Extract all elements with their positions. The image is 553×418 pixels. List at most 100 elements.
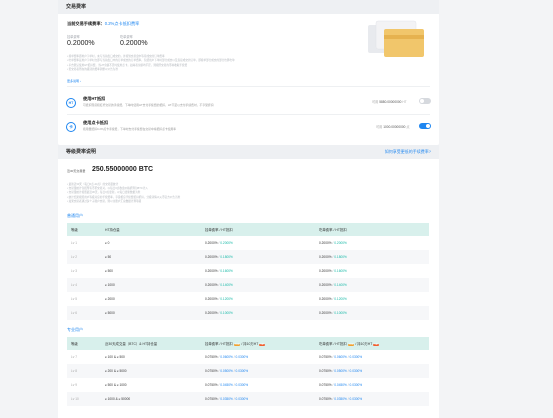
fee-cell: 0.2000% / 0.1400% xyxy=(315,278,429,292)
level-cell: Lv 10 xyxy=(67,392,101,406)
column-header: 等级 xyxy=(67,223,101,236)
rate-value: 0.0750% xyxy=(205,355,218,359)
divider xyxy=(67,114,430,115)
ht-balance: 可用 5880.00000000 HT xyxy=(372,99,407,104)
ht-holding-cell: ≥ 2000 xyxy=(105,297,115,301)
rate-value: 0.0600% xyxy=(220,355,233,359)
rate-value: 0.2000% xyxy=(319,241,332,245)
normal-user-table: 等级 HT持仓量 挂单费率 / HT抵扣 吃单费率 / HT抵扣 Lv 1 ≥ 0… xyxy=(67,223,429,320)
rate-value: 0.0750% xyxy=(319,355,332,359)
rate-value: 0.1600% xyxy=(334,269,347,273)
rate-value: 0.0450% xyxy=(220,383,233,387)
column-header-label: / 持10万HT xyxy=(241,342,259,346)
table-row: Lv 8 ≥ 200 & ≥ 5000 0.0750% / 0.0500% / 0.… xyxy=(67,364,429,378)
fee-cell: 0.0750% / 0.0350% / 0.0300% xyxy=(201,392,315,406)
trade-volume-label: 近30天交易量 xyxy=(67,169,86,173)
column-header: 吃单费率 / HT抵扣 TOP / 持10万HT VIP xyxy=(315,337,429,350)
fee-notes: • 挂单费率即用户下单时，未与当前盘口成交的，并挂到交易盘中等待成交的订单费率 … xyxy=(67,55,297,72)
normal-user-group-title: 普通用户 xyxy=(67,213,83,218)
lower-fee-link[interactable]: 如何享受更低的手续费率? xyxy=(385,145,431,159)
rate-value: 0.2000% xyxy=(319,297,332,301)
column-header-label: 吃单费率 xyxy=(319,342,333,346)
rate-value: 0.0750% xyxy=(319,369,332,373)
rate-value: 0.0350% xyxy=(220,397,233,401)
level-notes: • 最新近30天（每日0点-24点）的交易量统计 • 交易量统计包括所有币币交易… xyxy=(67,183,347,204)
rate-value: 0.0300% xyxy=(235,369,249,373)
rate-value: 0.0300% xyxy=(235,383,249,387)
use-point-card-title: 使用点卡抵扣 xyxy=(83,120,109,125)
rate-value: 0.2000% xyxy=(334,241,347,245)
rate-value: 0.0300% xyxy=(349,383,363,387)
maker-rate-value: 0.2000% xyxy=(67,40,95,47)
rate-value: 0.0750% xyxy=(205,397,218,401)
use-point-card-desc: 按用量抵扣0.2%点卡手续费，下单时支付手续费在交易中将抵扣点卡使用率 xyxy=(83,127,177,131)
condition-cell: ≥ 200 & ≥ 5000 xyxy=(101,364,201,378)
column-header-label: 挂单费率 xyxy=(205,342,219,346)
rate-value: 0.2000% xyxy=(319,269,332,273)
rate-value: 0.1200% xyxy=(220,297,233,301)
table-row: Lv 7 ≥ 100 & ≥ 500 0.0750% / 0.0600% / 0.0… xyxy=(67,350,429,364)
point-cards-illustration xyxy=(368,20,424,57)
level-cell: Lv 9 xyxy=(71,383,78,387)
taker-rate-value: 0.2000% xyxy=(120,40,148,47)
rate-value: 0.2000% xyxy=(319,255,332,259)
rate-value: 0.1800% xyxy=(334,255,347,259)
use-ht-desc: 可抵扣现货和杠杆交易的手续费，下单时使用HT支付手续费的抵扣，HT不足以支付手续… xyxy=(83,103,214,107)
ht-deduct-toggle[interactable] xyxy=(419,98,431,104)
balance-unit: HT xyxy=(402,100,407,104)
table-row: Lv 6 ≥ 5000 0.2000% / 0.1000% 0.2000% / 0.1… xyxy=(67,306,429,320)
fee-cell: 0.2000% / 0.1800% xyxy=(315,250,429,264)
rate-value: 0.2000% xyxy=(205,311,218,315)
fee-cell: 0.2000% / 0.2000% xyxy=(315,236,429,250)
column-header: 吃单费率 / HT抵扣 xyxy=(315,223,429,236)
rate-value: 0.0300% xyxy=(349,355,363,359)
fee-note: • 若交易者所在的级别的费率调整以公告为准 xyxy=(67,67,118,71)
top-badge: TOP xyxy=(347,344,355,346)
level-section-header: 等级费率说明 如何享受更低的手续费率? xyxy=(58,145,439,159)
column-header-label: / HT抵扣 xyxy=(333,342,347,346)
pro-user-table: 等级 近30天成交量（BTC）& HT持仓量 挂单费率 / HT抵扣 TOP / … xyxy=(67,337,429,406)
fee-cell: 0.0750% / 0.0600% / 0.0300% xyxy=(201,350,315,364)
level-card: 等级费率说明 如何享受更低的手续费率? 近30天交易量 250.55000000… xyxy=(58,145,439,418)
level-cell: Lv 3 xyxy=(71,269,78,273)
column-header: 等级 xyxy=(67,337,101,350)
fee-cell: 0.0750% / 0.0500% / 0.0300% xyxy=(315,364,429,378)
rate-value: 0.1400% xyxy=(334,283,347,287)
balance-value: 1000.00000000 xyxy=(383,125,406,129)
maker-rate-label: 挂单费率 xyxy=(67,35,80,39)
rate-value: 0.2000% xyxy=(205,255,218,259)
rate-value: 0.1400% xyxy=(220,283,233,287)
column-header-label: / HT抵扣 xyxy=(219,342,233,346)
point-card-balance: 可用 1000.00000000 点 xyxy=(376,124,410,129)
level-cell: Lv 1 xyxy=(71,241,78,245)
fee-cell: 0.0750% / 0.0600% / 0.0300% xyxy=(315,350,429,364)
rate-value: 0.1800% xyxy=(220,255,233,259)
ht-coin-icon: HT xyxy=(66,98,76,108)
table-row: Lv 4 ≥ 1000 0.2000% / 0.1400% 0.2000% / 0.1… xyxy=(67,278,429,292)
rate-value: 0.2000% xyxy=(205,283,218,287)
point-card-deduct-toggle[interactable] xyxy=(419,123,431,129)
table-header-row: 等级 近30天成交量（BTC）& HT持仓量 挂单费率 / HT抵扣 TOP / … xyxy=(67,337,429,350)
more-info-link[interactable]: 更多说明 › xyxy=(67,79,81,83)
level-cell: Lv 2 xyxy=(67,250,101,264)
balance-label: 可用 xyxy=(376,125,383,129)
rate-value: 0.0750% xyxy=(205,383,218,387)
table-header-row: 等级 HT持仓量 挂单费率 / HT抵扣 吃单费率 / HT抵扣 xyxy=(67,223,429,236)
rate-value: 0.1600% xyxy=(220,269,233,273)
balance-unit: 点 xyxy=(406,125,410,129)
table-row: Lv 1 ≥ 0 0.2000% / 0.2000% 0.2000% / 0.2000… xyxy=(67,236,429,250)
level-cell: Lv 4 xyxy=(67,278,101,292)
fee-cell: 0.2000% / 0.1000% xyxy=(315,306,429,320)
rate-value: 0.0750% xyxy=(205,369,218,373)
level-cell: Lv 6 xyxy=(67,306,101,320)
rate-value: 0.0450% xyxy=(334,383,347,387)
balance-label: 可用 xyxy=(372,100,379,104)
column-header-label: / 持10万HT xyxy=(355,342,373,346)
fee-cell: 0.0750% / 0.0450% / 0.0300% xyxy=(315,378,429,392)
fee-cell: 0.2000% / 0.1000% xyxy=(201,306,315,320)
level-cell: Lv 8 xyxy=(67,364,101,378)
fee-cell: 0.2000% / 0.1600% xyxy=(315,264,429,278)
table-row: Lv 2 ≥ 50 0.2000% / 0.1800% 0.2000% / 0.180… xyxy=(67,250,429,264)
ht-holding-cell: ≥ 1000 xyxy=(101,278,201,292)
trade-volume-value: 250.55000000 BTC xyxy=(92,166,154,173)
